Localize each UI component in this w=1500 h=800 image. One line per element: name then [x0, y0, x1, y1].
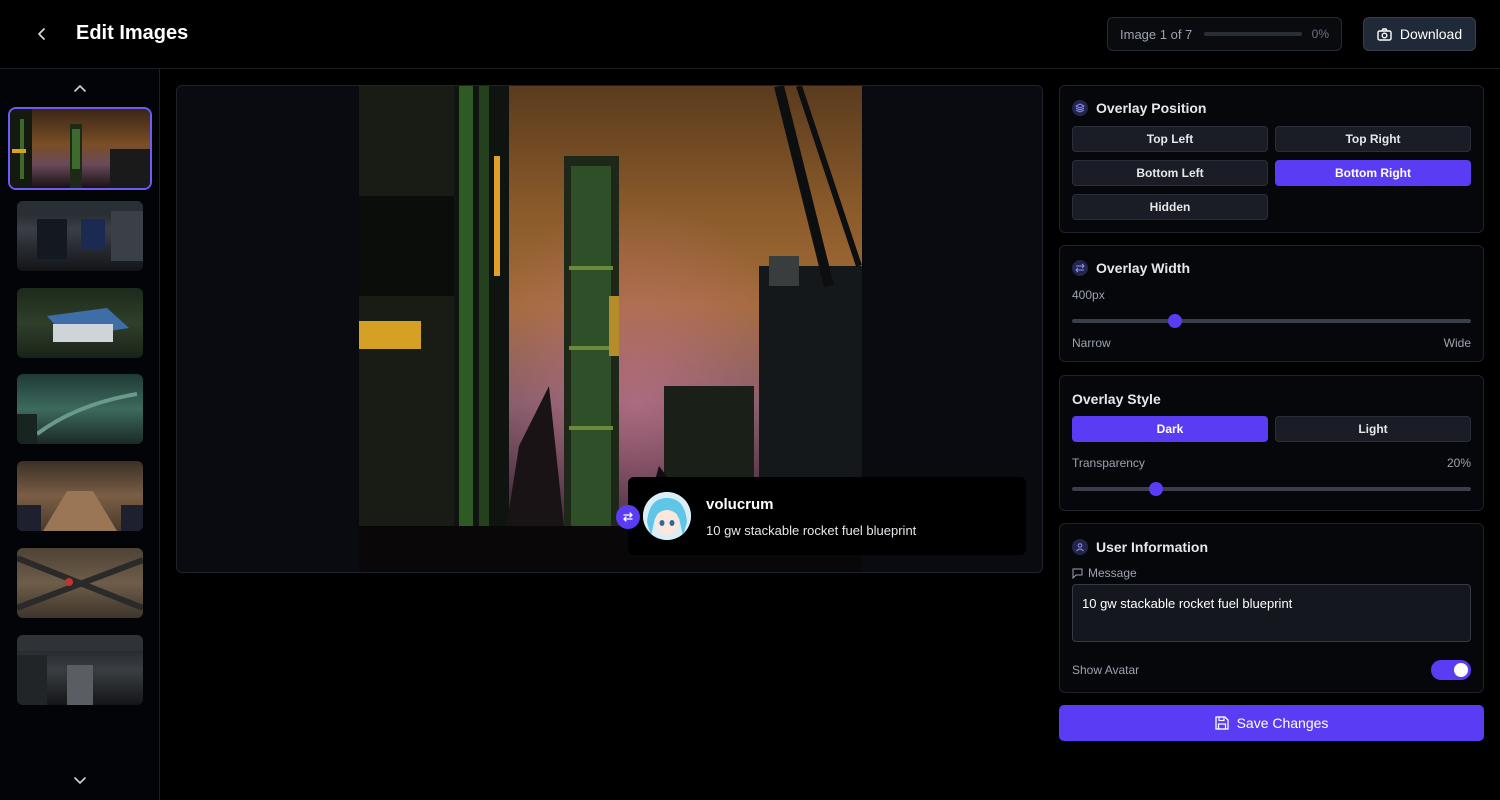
width-max-label: Wide — [1443, 336, 1471, 350]
panel-title: Overlay Width — [1072, 260, 1190, 276]
chevron-left-icon — [38, 28, 45, 40]
user-information-title: User Information — [1096, 539, 1209, 555]
overlay-style-panel: Overlay Style Dark Light Transparency 20… — [1059, 375, 1484, 511]
message-textarea[interactable]: 10 gw stackable rocket fuel blueprint — [1072, 584, 1471, 642]
overlay-width-panel: Overlay Width 400px Narrow Wide — [1059, 245, 1484, 362]
user-icon — [1072, 539, 1088, 555]
thumbnail-5[interactable] — [17, 461, 143, 531]
download-button[interactable]: Download — [1363, 17, 1476, 51]
show-avatar-label: Show Avatar — [1072, 663, 1140, 677]
header-bar: Edit Images Image 1 of 7 0% Download — [0, 0, 1500, 69]
transparency-value: 20% — [1446, 456, 1471, 470]
thumbnail-image — [47, 308, 129, 342]
avatar-art — [643, 492, 691, 540]
thumbnail-4[interactable] — [17, 374, 143, 444]
thumbnail-image — [17, 392, 138, 444]
chevron-down-icon — [74, 777, 86, 785]
download-label: Download — [1399, 26, 1463, 42]
thumbnail-6[interactable] — [17, 548, 143, 618]
position-top-left-button[interactable]: Top Left — [1072, 126, 1268, 152]
thumbnail-image — [17, 491, 143, 531]
thumbnail-image — [17, 555, 143, 611]
position-hidden-button[interactable]: Hidden — [1072, 194, 1268, 220]
overlay-position-panel: Overlay Position Top Left Top Right Bott… — [1059, 85, 1484, 233]
image-counter: Image 1 of 7 — [1120, 26, 1193, 42]
back-button[interactable] — [28, 20, 56, 48]
overlay-username: volucrum — [706, 496, 774, 513]
thumbnail-7[interactable] — [17, 635, 143, 705]
swap-position-button[interactable] — [616, 505, 640, 529]
overlay-message: 10 gw stackable rocket fuel blueprint — [706, 523, 917, 538]
position-bottom-left-button[interactable]: Bottom Left — [1072, 160, 1268, 186]
thumbnail-image — [17, 201, 143, 261]
progress-percent: 0% — [1311, 27, 1329, 41]
width-min-label: Narrow — [1072, 336, 1111, 350]
message-label: Message — [1088, 566, 1137, 580]
transparency-label: Transparency — [1072, 456, 1145, 470]
progress-bar — [1204, 32, 1302, 36]
scroll-up-button[interactable] — [66, 78, 94, 98]
thumbnail-image — [10, 109, 150, 188]
thumbnail-1[interactable] — [8, 107, 152, 190]
panel-title: User Information — [1072, 539, 1208, 555]
transparency-slider-handle[interactable] — [1149, 482, 1163, 496]
position-bottom-right-button[interactable]: Bottom Right — [1275, 160, 1471, 186]
save-label: Save Changes — [1236, 715, 1329, 731]
page-title: Edit Images — [76, 22, 189, 44]
resize-icon — [1072, 260, 1088, 276]
image-preview: volucrum 10 gw stackable rocket fuel blu… — [176, 85, 1043, 573]
position-top-right-button[interactable]: Top Right — [1275, 126, 1471, 152]
user-avatar — [643, 492, 691, 540]
chevron-up-icon — [74, 84, 86, 92]
message-icon — [1072, 568, 1083, 579]
thumbnail-sidebar — [0, 69, 160, 800]
toggle-knob — [1454, 663, 1468, 677]
style-dark-button[interactable]: Dark — [1072, 416, 1268, 442]
save-changes-button[interactable]: Save Changes — [1059, 705, 1484, 741]
user-overlay-card: volucrum 10 gw stackable rocket fuel blu… — [616, 477, 1026, 555]
panel-title: Overlay Position — [1072, 100, 1206, 116]
width-slider-handle[interactable] — [1168, 314, 1182, 328]
scroll-down-button[interactable] — [66, 771, 94, 791]
message-label-row: Message — [1072, 566, 1137, 580]
overlay-style-title: Overlay Style — [1072, 391, 1161, 407]
overlay-position-title: Overlay Position — [1096, 100, 1207, 116]
layers-icon — [1072, 100, 1088, 116]
width-value: 400px — [1072, 288, 1105, 302]
style-light-button[interactable]: Light — [1275, 416, 1471, 442]
progress-indicator: Image 1 of 7 0% — [1107, 17, 1342, 51]
width-slider[interactable] — [1072, 319, 1471, 323]
thumbnail-image — [17, 635, 143, 705]
show-avatar-toggle[interactable] — [1431, 660, 1471, 680]
save-icon — [1214, 716, 1229, 730]
transparency-slider[interactable] — [1072, 487, 1471, 491]
camera-icon — [1377, 27, 1392, 41]
user-information-panel: User Information Message 10 gw stackable… — [1059, 523, 1484, 693]
thumbnail-2[interactable] — [17, 201, 143, 271]
overlay-width-title: Overlay Width — [1096, 260, 1191, 276]
swap-icon — [623, 512, 633, 522]
thumbnail-3[interactable] — [17, 288, 143, 358]
